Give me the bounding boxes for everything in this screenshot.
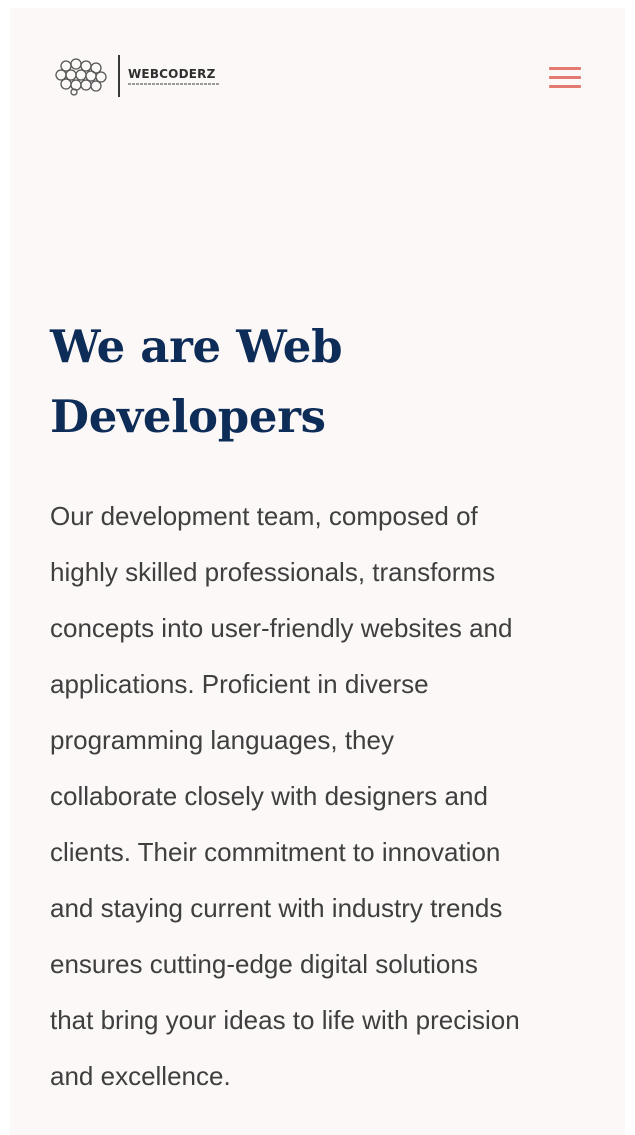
hero-section: We are Web Developers Our development te… [50, 312, 620, 1104]
hero-description-line: concepts into user-friendly websites and [50, 613, 513, 643]
hero-title-line-1: We are Web [50, 320, 343, 373]
logo-divider [118, 55, 120, 97]
hero-description-line: Our development team, composed of [50, 501, 478, 531]
logo-name: WEBCODERZ [128, 67, 216, 81]
hero-description-line: applications. Proficient in diverse [50, 669, 429, 699]
honeycomb-logo-icon [55, 58, 107, 96]
site-header: WEBCODERZ [10, 8, 625, 148]
hero-description-line: ensures cutting-edge digital solutions [50, 949, 478, 979]
hero-description: Our development team, composed of highly… [50, 488, 620, 1104]
logo-text: WEBCODERZ [128, 67, 220, 85]
hamburger-menu-icon[interactable] [546, 64, 582, 100]
hero-description-line: clients. Their commitment to innovation [50, 837, 501, 867]
menu-bar-middle [549, 76, 581, 79]
hero-description-line: and excellence. [50, 1061, 231, 1091]
menu-bar-bottom [549, 85, 581, 88]
logo-tagline-decoration [128, 83, 220, 85]
hero-description-line: and staying current with industry trends [50, 893, 503, 923]
hero-description-line: highly skilled professionals, transforms [50, 557, 496, 587]
logo-link[interactable]: WEBCODERZ [52, 54, 220, 98]
hero-description-line: programming languages, they [50, 725, 394, 755]
hero-description-line: collaborate closely with designers and [50, 781, 488, 811]
page: WEBCODERZ We are Web Developers Our deve… [10, 8, 625, 1135]
hero-title-line-2: Developers [50, 390, 326, 443]
hero-description-line: that bring your ideas to life with preci… [50, 1005, 520, 1035]
hero-title: We are Web Developers [50, 312, 620, 452]
menu-bar-top [549, 67, 581, 70]
